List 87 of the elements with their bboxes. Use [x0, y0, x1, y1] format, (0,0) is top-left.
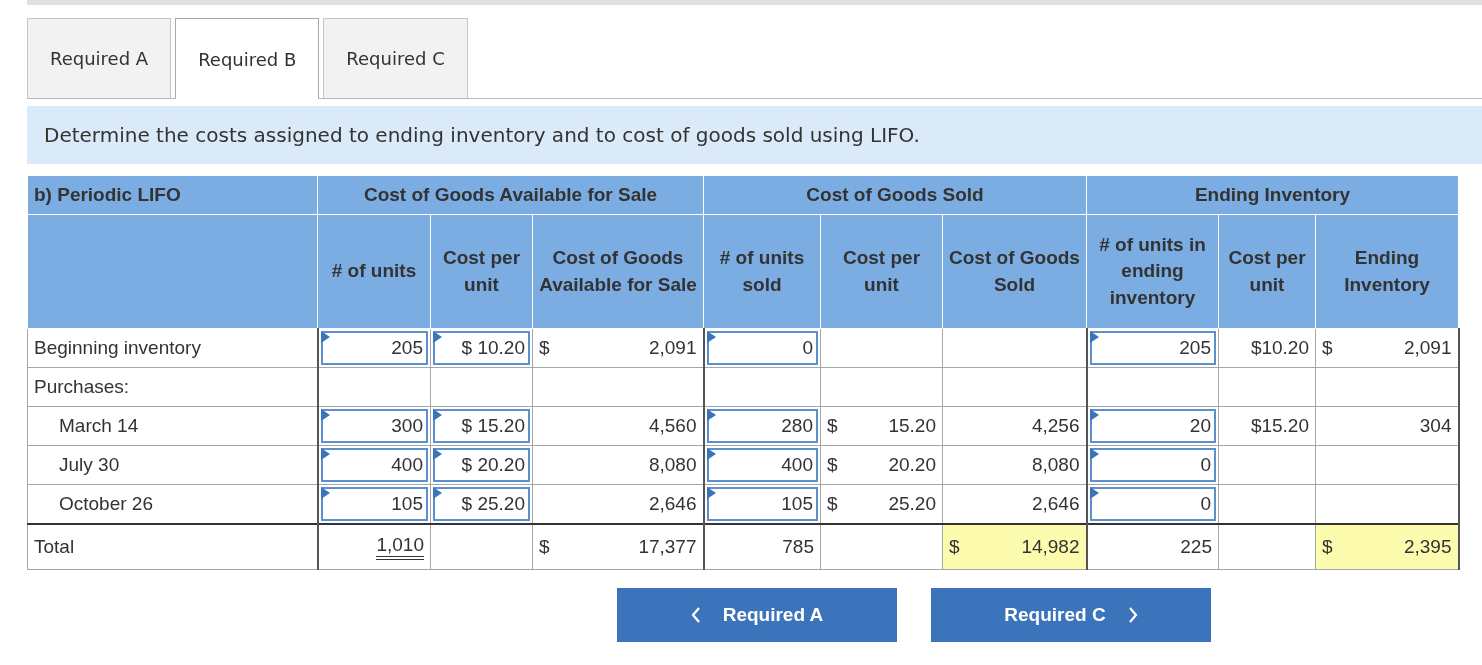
- table-cell: 4,560: [648, 415, 697, 437]
- column-header: # of units: [317, 214, 431, 329]
- corner-marker-icon: [706, 487, 716, 499]
- corner-marker-icon: [320, 409, 330, 421]
- table-cell: 25.20: [888, 493, 936, 515]
- input-field[interactable]: $ 10.20: [433, 331, 530, 365]
- input-field[interactable]: $ 15.20: [433, 409, 530, 443]
- input-field[interactable]: 105: [706, 487, 818, 521]
- tab[interactable]: Required C: [323, 18, 468, 98]
- row-label: Beginning inventory: [34, 337, 201, 358]
- row-label: October 26: [59, 493, 153, 514]
- table-cell: 2,395: [1403, 535, 1452, 558]
- nav-button[interactable]: Required C: [931, 587, 1211, 642]
- input-field[interactable]: 0: [1089, 448, 1216, 482]
- table-cell: 17,377: [638, 535, 697, 558]
- corner-marker-icon: [433, 409, 442, 421]
- table-cell: 225: [1180, 535, 1212, 558]
- column-header: Cost per unit: [1218, 214, 1316, 329]
- table-cell: 2,646: [1031, 493, 1080, 515]
- input-field[interactable]: 300: [320, 409, 428, 443]
- column-header: # of units sold: [703, 214, 821, 329]
- corner-marker-icon: [1089, 487, 1099, 499]
- currency-sign: $: [539, 337, 550, 359]
- table-cell: $15.20: [1250, 415, 1309, 437]
- currency-sign: $: [539, 535, 550, 558]
- table-cell: 304: [1419, 415, 1452, 437]
- table-title: b) Periodic LIFO: [27, 175, 318, 215]
- input-field[interactable]: 400: [320, 448, 428, 482]
- group-header: Cost of Goods Sold: [703, 175, 1087, 215]
- currency-sign: $: [827, 454, 838, 476]
- corner-marker-icon: [1089, 409, 1099, 421]
- row-label: Total: [34, 535, 75, 557]
- corner-marker-icon: [706, 331, 716, 343]
- tab[interactable]: Required B: [175, 18, 320, 99]
- input-field[interactable]: 20: [1089, 409, 1216, 443]
- table-cell: 8,080: [648, 454, 697, 476]
- row-label: March 14: [59, 415, 139, 436]
- corner-marker-icon: [706, 409, 716, 421]
- input-field[interactable]: 280: [706, 409, 818, 443]
- group-header: Cost of Goods Available for Sale: [317, 175, 704, 215]
- chevron-right-icon: [1127, 606, 1138, 623]
- column-header: Cost per unit: [430, 214, 533, 329]
- table-cell: 1,010: [376, 533, 424, 560]
- row-label: Purchases:: [34, 376, 130, 397]
- input-field[interactable]: 0: [706, 331, 818, 365]
- corner-marker-icon: [433, 331, 442, 343]
- tab[interactable]: Required A: [27, 18, 172, 98]
- column-header: Cost per unit: [820, 214, 943, 329]
- corner-marker-icon: [320, 487, 330, 499]
- table-cell: 4,256: [1031, 415, 1080, 437]
- column-header: # of units in ending inventory: [1086, 214, 1219, 329]
- row-label: July 30: [59, 454, 120, 475]
- table-cell: 14,982: [1021, 535, 1080, 558]
- chevron-left-icon: [690, 606, 701, 623]
- input-field[interactable]: $ 20.20: [433, 448, 530, 482]
- table-cell: 20.20: [888, 454, 936, 476]
- currency-sign: $: [1322, 337, 1333, 359]
- input-field[interactable]: 205: [1089, 331, 1216, 365]
- corner-marker-icon: [433, 487, 442, 499]
- table-cell: 8,080: [1031, 454, 1080, 476]
- currency-sign: $: [1322, 535, 1333, 558]
- table-cell: 785: [782, 535, 814, 558]
- table-cell: 15.20: [888, 415, 936, 437]
- column-header: Cost of Goods Available for Sale: [532, 214, 704, 329]
- group-header: Ending Inventory: [1086, 175, 1459, 215]
- currency-sign: $: [827, 493, 838, 515]
- currency-sign: $: [827, 415, 838, 437]
- corner-marker-icon: [1089, 448, 1099, 460]
- input-field[interactable]: $ 25.20: [433, 487, 530, 521]
- instruction-banner: Determine the costs assigned to ending inventory and to cost of goods sold using LIFO.: [27, 106, 1482, 164]
- input-field[interactable]: 105: [320, 487, 428, 521]
- corner-marker-icon: [320, 331, 330, 343]
- column-header: Ending Inventory: [1315, 214, 1459, 329]
- input-field[interactable]: 205: [320, 331, 428, 365]
- nav-button[interactable]: Required A: [617, 587, 897, 642]
- currency-sign: $: [949, 535, 960, 558]
- table-cell: $10.20: [1250, 337, 1309, 359]
- corner-marker-icon: [1089, 331, 1099, 343]
- table-cell: 2,646: [648, 493, 697, 515]
- input-field[interactable]: 0: [1089, 487, 1216, 521]
- table-cell: 2,091: [648, 337, 697, 359]
- table-cell: 2,091: [1403, 337, 1452, 359]
- column-header: Cost of Goods Sold: [942, 214, 1087, 329]
- corner-marker-icon: [320, 448, 330, 460]
- input-field[interactable]: 400: [706, 448, 818, 482]
- corner-marker-icon: [706, 448, 716, 460]
- corner-marker-icon: [433, 448, 442, 460]
